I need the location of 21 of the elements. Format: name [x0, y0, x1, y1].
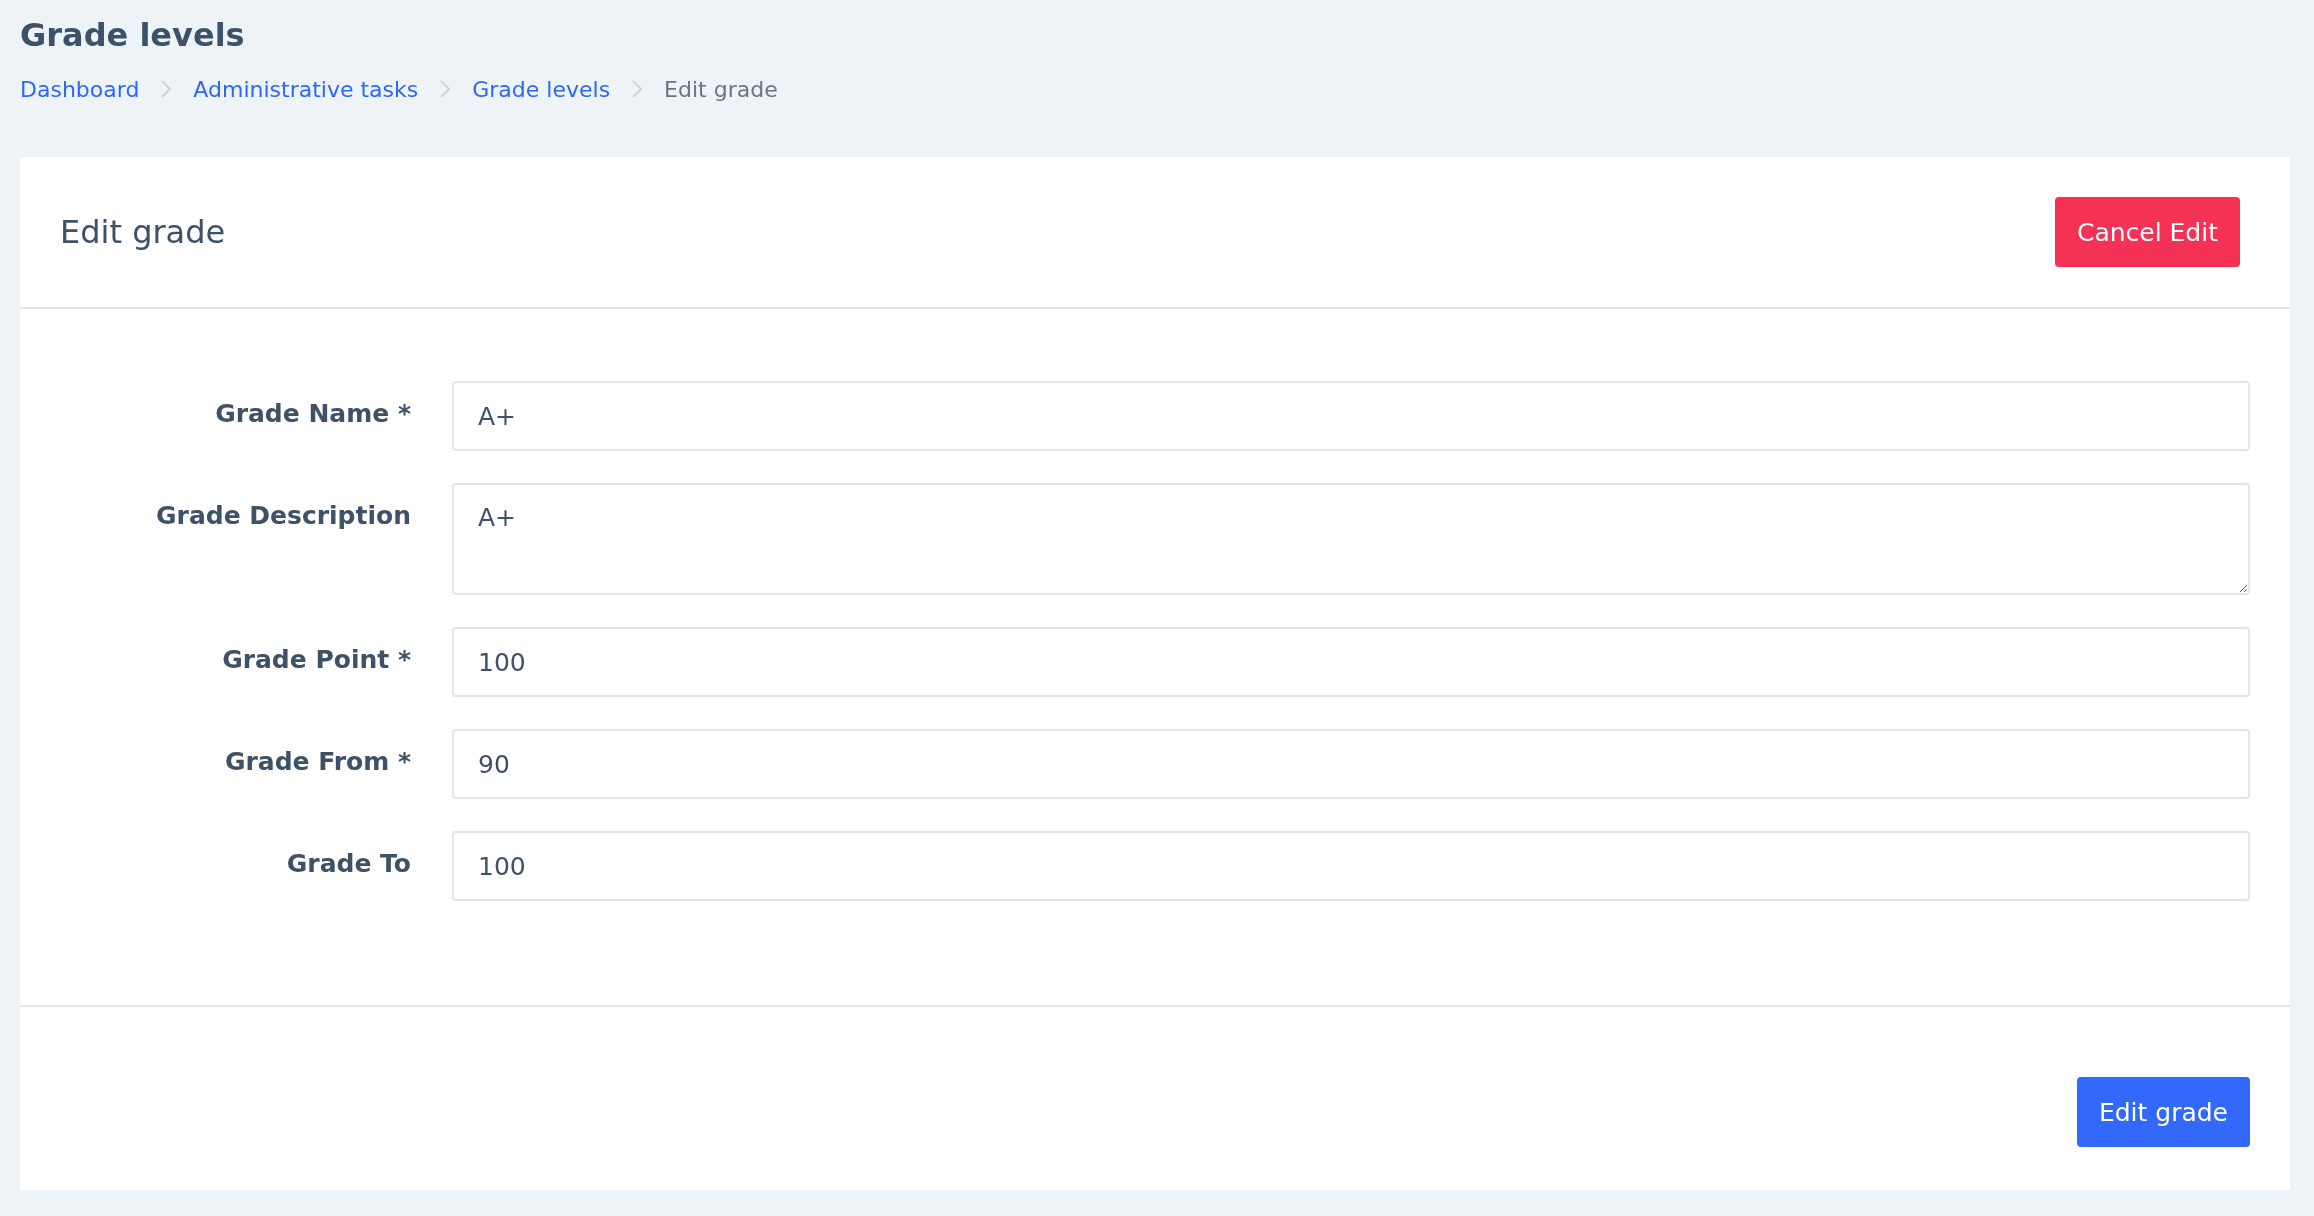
card-title: Edit grade: [60, 213, 226, 251]
cancel-edit-button[interactable]: Cancel Edit: [2054, 197, 2240, 267]
input-field[interactable]: A+: [452, 381, 2250, 451]
edit-grade-button[interactable]: Edit grade: [2076, 1077, 2250, 1147]
field-label: Grade Point *: [221, 644, 411, 674]
page-title: Grade levels: [20, 15, 246, 56]
chevron-right-icon: [632, 80, 643, 98]
field-label: Grade From *: [223, 746, 411, 776]
textarea-field[interactable]: A+: [452, 483, 2250, 595]
breadcrumb-link[interactable]: Grade levels: [472, 76, 611, 102]
input-field[interactable]: 100: [452, 627, 2250, 697]
breadcrumb-current: Edit grade: [664, 76, 778, 102]
chevron-right-icon: [440, 80, 451, 98]
breadcrumb-link[interactable]: Dashboard: [20, 76, 140, 102]
breadcrumb-link[interactable]: Administrative tasks: [193, 76, 419, 102]
field-label: Grade Name *: [214, 398, 411, 428]
chevron-right-icon: [161, 80, 172, 98]
field-label: Grade To: [285, 848, 411, 878]
input-field[interactable]: 100: [452, 831, 2250, 901]
field-label: Grade Description: [155, 500, 411, 530]
input-field[interactable]: 90: [452, 729, 2250, 799]
